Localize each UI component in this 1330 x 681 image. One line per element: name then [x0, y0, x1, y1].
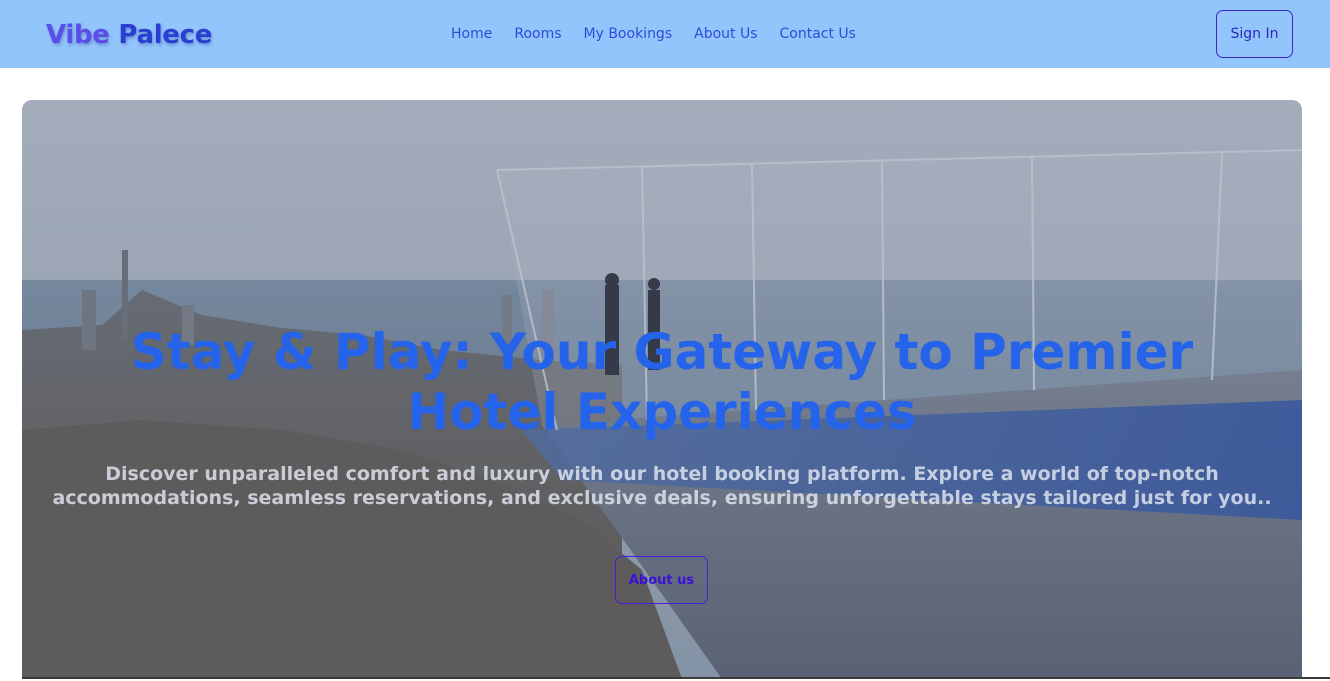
nav-link-about-us[interactable]: About Us — [683, 22, 768, 46]
nav-link-home[interactable]: Home — [440, 22, 503, 46]
about-us-button[interactable]: About us — [615, 556, 708, 604]
bottom-divider — [22, 677, 1330, 679]
main-nav: Home Rooms My Bookings About Us Contact … — [440, 22, 867, 46]
nav-link-contact-us[interactable]: Contact Us — [769, 22, 867, 46]
nav-link-rooms[interactable]: Rooms — [503, 22, 572, 46]
brand-logo-first: Vibe — [46, 20, 110, 50]
hero-banner: Stay & Play: Your Gateway to Premier Hot… — [22, 100, 1302, 679]
sign-in-button[interactable]: Sign In — [1216, 10, 1293, 58]
brand-logo[interactable]: Vibe Palece — [46, 16, 212, 54]
nav-link-my-bookings[interactable]: My Bookings — [573, 22, 684, 46]
navbar: Vibe Palece Home Rooms My Bookings About… — [0, 0, 1330, 68]
hero-description: Discover unparalleled comfort and luxury… — [52, 463, 1272, 509]
hero-title: Stay & Play: Your Gateway to Premier Hot… — [130, 323, 1194, 441]
brand-logo-second: Palece — [118, 20, 213, 50]
